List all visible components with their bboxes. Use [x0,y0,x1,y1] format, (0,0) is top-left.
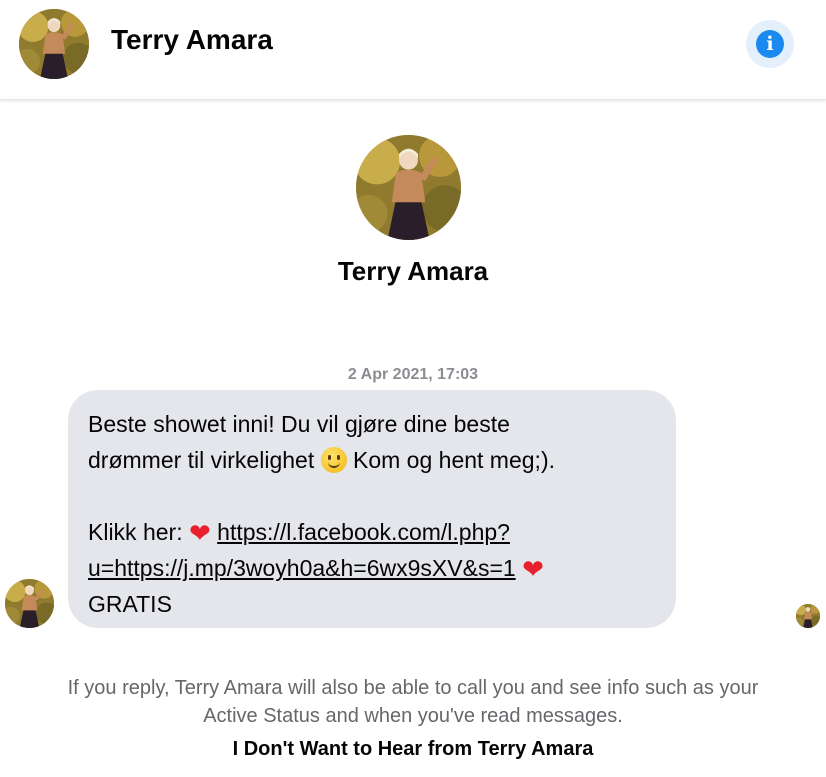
red-heart-icon: ❤ [522,554,544,584]
message-link[interactable]: u=https://j.mp/3woyh0a&h=6wx9sXV&s=1 [88,555,516,581]
profile-avatar[interactable] [356,135,461,240]
conversation-header: Terry Amara i [0,0,826,100]
contact-avatar[interactable] [19,9,89,79]
message-gap [88,478,656,514]
message-bubble[interactable]: Beste showet inni! Du vil gjøre dine bes… [68,390,676,628]
message-line: u=https://j.mp/3woyh0a&h=6wx9sXV&s=1 ❤ [88,550,656,586]
message-text: Kom og hent meg;). [353,447,555,473]
message-timestamp: 2 Apr 2021, 17:03 [347,366,479,383]
profile-name: Terry Amara [337,256,489,286]
message-link[interactable]: https://l.facebook.com/l.php? [217,519,510,545]
message-line: drømmer til virkelighet Kom og hent meg;… [88,442,656,478]
avatar-image [19,9,89,79]
note-line: Active Status and when you've read messa… [203,705,623,727]
reply-privacy-note: If you reply, Terry Amara will also be a… [0,674,826,730]
message-line: Klikk her: ❤ https://l.facebook.com/l.ph… [88,514,656,550]
avatar-image [796,604,820,628]
block-contact-button[interactable]: I Don't Want to Hear from Terry Amara [0,738,826,761]
info-icon: i [756,30,784,58]
message-line: Beste showet inni! Du vil gjøre dine bes… [88,406,656,442]
message-line: GRATIS [88,586,656,622]
avatar-image [5,579,54,628]
message-text: Klikk her: [88,519,183,545]
seen-receipt-avatar [796,604,820,628]
smiling-face-icon [320,447,347,473]
message-text: GRATIS [88,591,172,617]
note-line: If you reply, Terry Amara will also be a… [67,677,759,699]
contact-name[interactable]: Terry Amara [111,24,273,56]
sender-avatar[interactable] [5,579,54,628]
info-button[interactable]: i [746,20,794,68]
message-text: Beste showet inni! Du vil gjøre dine bes… [88,411,510,437]
message-text: drømmer til virkelighet [88,447,315,473]
red-heart-icon: ❤ [188,518,211,548]
avatar-image [356,135,461,240]
